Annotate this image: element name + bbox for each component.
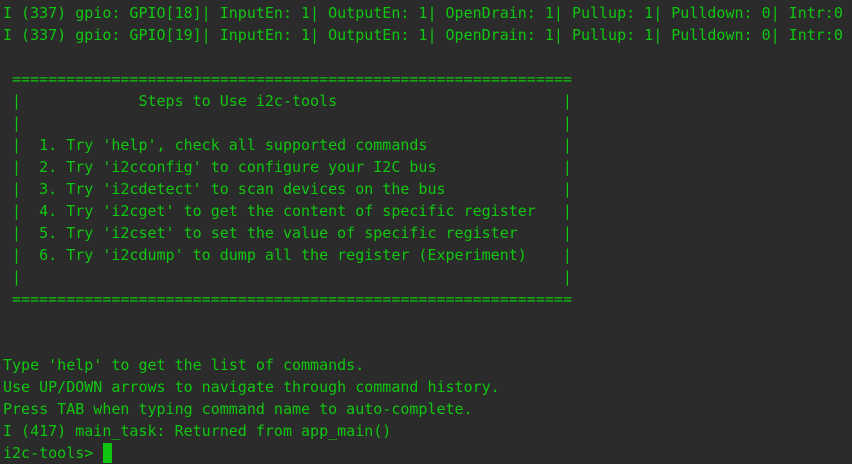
banner-border-top: ========================================… — [3, 70, 572, 88]
text-cursor[interactable] — [103, 443, 113, 463]
banner-title: | Steps to Use i2c-tools | — [3, 92, 572, 110]
terminal-window[interactable]: I (337) gpio: GPIO[18]| InputEn: 1| Outp… — [0, 0, 852, 464]
banner-step-6: | 6. Try 'i2cdump' to dump all the regis… — [3, 246, 572, 264]
history-hint-line: Use UP/DOWN arrows to navigate through c… — [3, 378, 500, 396]
autocomplete-hint-line: Press TAB when typing command name to au… — [3, 400, 473, 418]
banner-step-4: | 4. Try 'i2cget' to get the content of … — [3, 202, 572, 220]
log-line-main-task: I (417) main_task: Returned from app_mai… — [3, 422, 392, 440]
log-line-gpio19: I (337) gpio: GPIO[19]| InputEn: 1| Outp… — [3, 26, 843, 44]
banner-step-1: | 1. Try 'help', check all supported com… — [3, 136, 572, 154]
help-hint-line: Type 'help' to get the list of commands. — [3, 356, 365, 374]
log-line-gpio18: I (337) gpio: GPIO[18]| InputEn: 1| Outp… — [3, 4, 843, 22]
prompt-label: i2c-tools> — [3, 444, 103, 462]
banner-step-2: | 2. Try 'i2cconfig' to configure your I… — [3, 158, 572, 176]
command-prompt-line[interactable]: i2c-tools> — [3, 442, 852, 464]
banner-step-5: | 5. Try 'i2cset' to set the value of sp… — [3, 224, 572, 242]
banner-step-3: | 3. Try 'i2cdetect' to scan devices on … — [3, 180, 572, 198]
banner-border-bottom: ========================================… — [3, 290, 572, 308]
banner-spacer: | | — [3, 268, 572, 286]
banner-spacer: | | — [3, 114, 572, 132]
